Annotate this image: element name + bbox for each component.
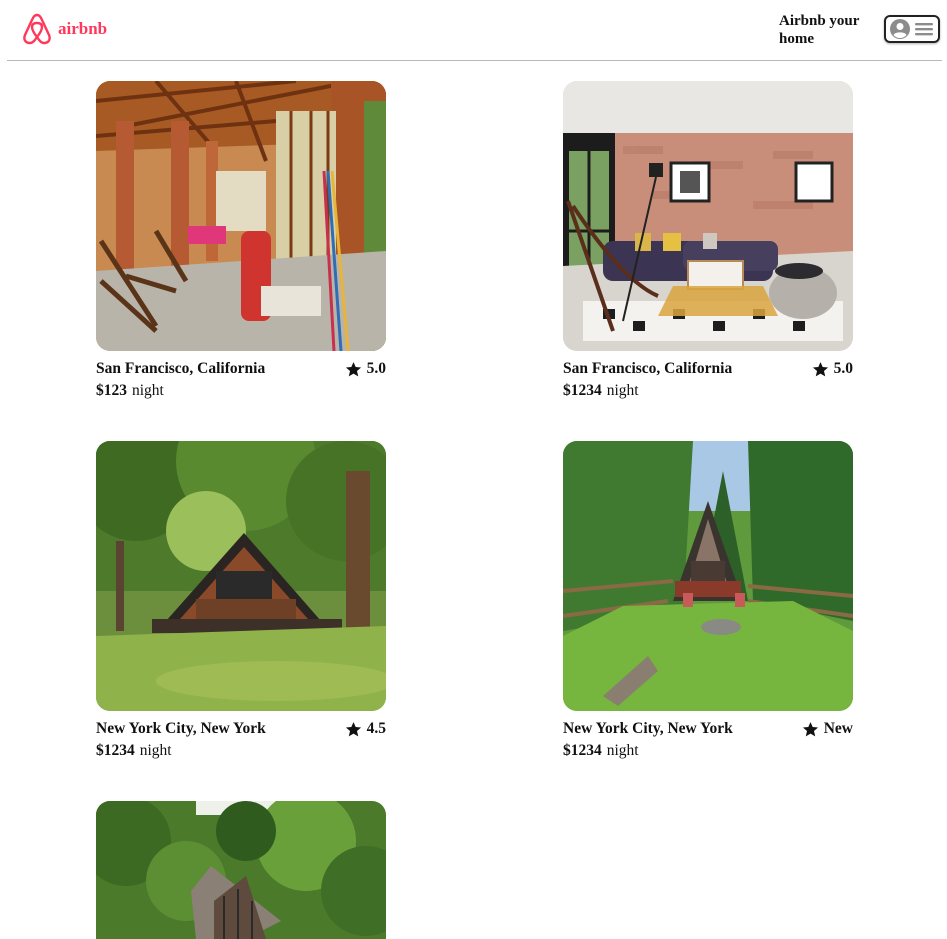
listing-photo-a-frame-meadow[interactable] xyxy=(563,441,853,711)
listing-photo-a-frame-aerial[interactable] xyxy=(96,801,386,939)
listing-rating: 4.5 xyxy=(345,720,386,738)
star-icon xyxy=(345,361,361,376)
listing-card[interactable]: New York City, New York New $1234 night xyxy=(563,441,853,762)
listing-rating-value: 5.0 xyxy=(366,360,386,377)
airbnb-logo-icon xyxy=(23,13,51,45)
listing-price-unit: night xyxy=(606,742,639,759)
listing-location: New York City, New York xyxy=(96,720,266,737)
listing-rating-value: 5.0 xyxy=(833,360,853,377)
star-icon xyxy=(802,721,818,736)
user-icon xyxy=(890,19,910,39)
brand-name: airbnb xyxy=(58,18,108,38)
listing-price-unit: night xyxy=(132,382,164,399)
hamburger-icon xyxy=(915,23,933,36)
listing-title-row: New York City, New York 4.5 xyxy=(96,719,386,739)
header-divider xyxy=(7,60,942,61)
listing-title-row: New York City, New York New xyxy=(563,719,853,739)
listing-card[interactable]: San Francisco, California 5.0 $1234 night xyxy=(563,81,853,402)
listing-card[interactable]: San Francisco, California 5.0 $123 night xyxy=(96,81,386,402)
listing-price: $123 xyxy=(96,382,127,399)
top-header: airbnb Airbnb your home xyxy=(0,0,947,60)
listing-photo-a-frame-forest[interactable] xyxy=(96,441,386,711)
listing-price-unit: night xyxy=(139,742,172,759)
star-icon xyxy=(345,721,361,736)
listing-rating-value: New xyxy=(823,720,853,737)
listing-card[interactable] xyxy=(96,801,386,939)
listing-rating: 5.0 xyxy=(812,360,853,378)
listing-price: $1234 xyxy=(563,742,602,759)
listing-photo-sunroom[interactable] xyxy=(96,81,386,351)
listing-rating: 5.0 xyxy=(345,360,386,378)
listing-price-row: $123 night xyxy=(96,382,386,402)
star-icon xyxy=(812,361,828,376)
listing-location: New York City, New York xyxy=(563,720,733,737)
listing-price-row: $1234 night xyxy=(563,742,853,762)
listing-price: $1234 xyxy=(96,742,135,759)
listing-rating-value: 4.5 xyxy=(366,720,386,737)
listing-price-row: $1234 night xyxy=(96,742,386,762)
listing-rating: New xyxy=(802,720,853,738)
listing-price: $1234 xyxy=(563,382,602,399)
listing-price-unit: night xyxy=(606,382,639,399)
listing-title-row: San Francisco, California 5.0 xyxy=(563,359,853,379)
airbnb-logo[interactable]: airbnb xyxy=(22,12,107,45)
host-link[interactable]: Airbnb your home xyxy=(779,12,875,48)
listing-card[interactable]: New York City, New York 4.5 $1234 night xyxy=(96,441,386,762)
listing-title-row: San Francisco, California 5.0 xyxy=(96,359,386,379)
user-menu-button[interactable] xyxy=(884,15,940,43)
listing-location: San Francisco, California xyxy=(96,360,266,377)
listing-location: San Francisco, California xyxy=(563,360,733,377)
listing-price-row: $1234 night xyxy=(563,382,853,402)
listing-photo-loft[interactable] xyxy=(563,81,853,351)
